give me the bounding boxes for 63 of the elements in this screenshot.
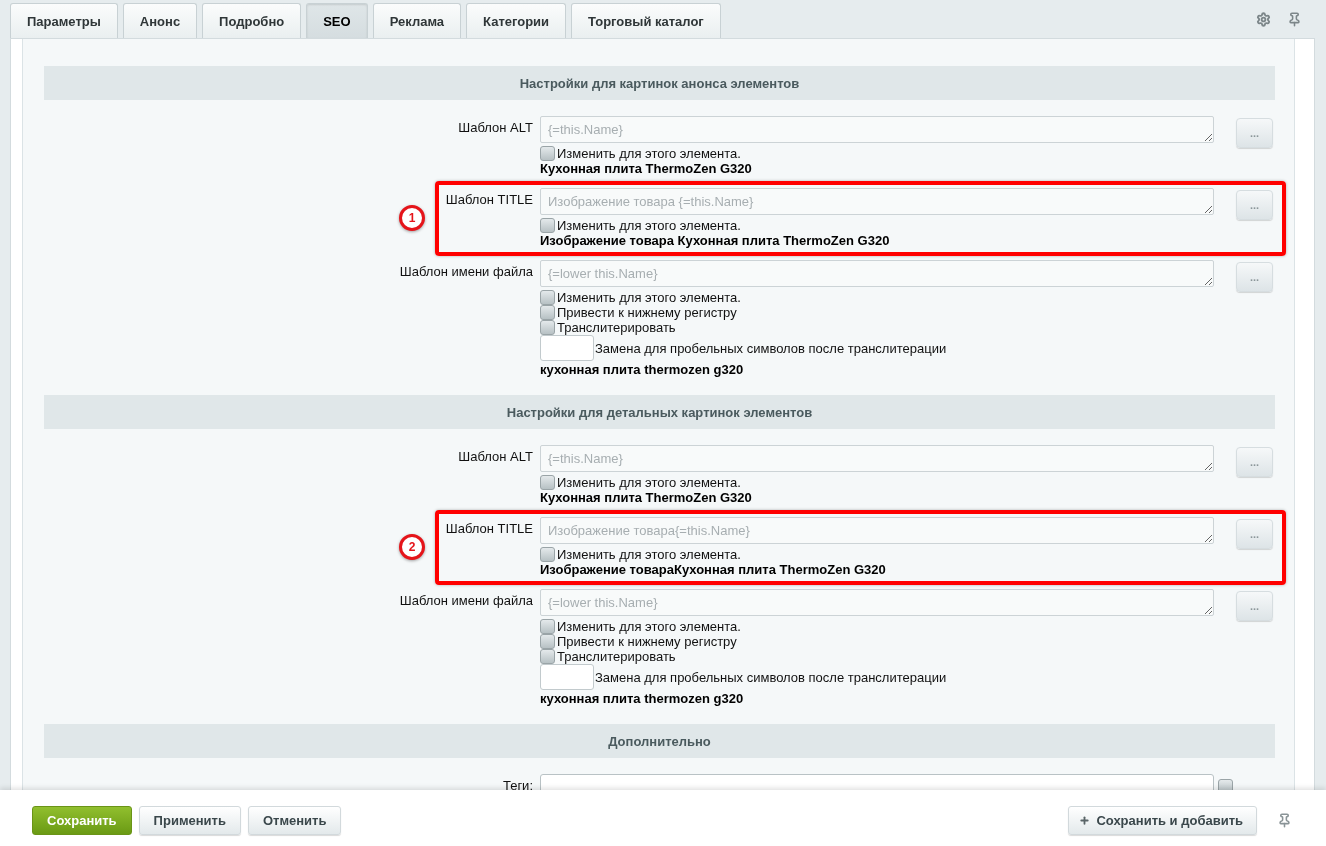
- checkbox[interactable]: [540, 320, 555, 335]
- field-label: Шаблон ALT: [458, 120, 533, 135]
- template-field[interactable]: {=this.Name}: [540, 445, 1214, 472]
- checkbox[interactable]: [540, 218, 555, 233]
- checkbox-label: Изменить для этого элемента.: [557, 218, 741, 233]
- tab[interactable]: Торговый каталог: [571, 3, 721, 38]
- checkbox-label: Изменить для этого элемента.: [557, 619, 741, 634]
- preview-text: Изображение товара Кухонная плита ThermoZen G320: [540, 233, 890, 248]
- checkbox-label: Изменить для этого элемента.: [557, 547, 741, 562]
- field-label: Шаблон TITLE: [445, 192, 533, 207]
- checkbox-label: Транслитерировать: [557, 320, 676, 335]
- checkbox-label: Изменить для этого элемента.: [557, 290, 741, 305]
- checkbox[interactable]: [540, 146, 555, 161]
- checkbox[interactable]: [540, 475, 555, 490]
- tab[interactable]: Анонс: [122, 3, 198, 38]
- preview-text: кухонная плита thermozen g320: [540, 362, 744, 377]
- field-label: Шаблон ALT: [458, 449, 533, 464]
- preview-text: Кухонная плита ThermoZen G320: [540, 161, 752, 176]
- input-field[interactable]: [540, 664, 594, 690]
- checkbox[interactable]: [540, 547, 555, 562]
- tab[interactable]: SEO: [306, 3, 368, 38]
- callout-marker: 2: [399, 534, 425, 560]
- checkbox[interactable]: [540, 290, 555, 305]
- tab[interactable]: Параметры: [10, 3, 118, 38]
- checkbox[interactable]: [540, 649, 555, 664]
- footer-button[interactable]: Применить: [138, 806, 241, 835]
- section-header: Дополнительно: [44, 724, 1275, 758]
- pin-icon[interactable]: [1287, 11, 1302, 27]
- template-field[interactable]: Изображение товара{=this.Name}: [540, 517, 1214, 544]
- tab[interactable]: Категории: [466, 3, 567, 38]
- tags-button[interactable]: [1218, 779, 1233, 790]
- callout-marker: 1: [399, 205, 425, 231]
- settings-icon[interactable]: [1256, 11, 1271, 27]
- preview-text: кухонная плита thermozen g320: [540, 691, 744, 706]
- checkbox-label: Изменить для этого элемента.: [557, 475, 741, 490]
- tab[interactable]: Реклама: [372, 3, 462, 38]
- preview-text: Кухонная плита ThermoZen G320: [540, 490, 752, 505]
- template-field[interactable]: {=lower this.Name}: [540, 589, 1214, 616]
- footer-button[interactable]: Отменить: [247, 806, 342, 835]
- save-and-add-button[interactable]: Сохранить и добавить: [1068, 806, 1257, 835]
- field-label: Шаблон TITLE: [445, 521, 533, 536]
- template-field[interactable]: {=lower this.Name}: [540, 260, 1214, 287]
- tab[interactable]: Подробно: [202, 3, 302, 38]
- replacement-label: Замена для пробельных символов после транслитерации: [595, 669, 947, 685]
- checkbox-label: Привести к нижнему регистру: [557, 634, 737, 649]
- field-label: Шаблон имени файла: [399, 593, 533, 608]
- template-field[interactable]: {=this.Name}: [540, 116, 1214, 143]
- checkbox[interactable]: [540, 305, 555, 320]
- checkbox-label: Изменить для этого элемента.: [557, 146, 741, 161]
- checkbox-label: Привести к нижнему регистру: [557, 305, 737, 320]
- checkbox-label: Транслитерировать: [557, 649, 676, 664]
- pin-icon[interactable]: [1277, 813, 1292, 828]
- section-header: Настройки для картинок анонса элементов: [44, 66, 1275, 100]
- section-header: Настройки для детальных картинок элементов: [44, 395, 1275, 429]
- preview-text: Изображение товараКухонная плита ThermoZen G320: [540, 562, 886, 577]
- template-field[interactable]: Изображение товара {=this.Name}: [540, 188, 1214, 215]
- replacement-label: Замена для пробельных символов после транслитерации: [595, 340, 947, 356]
- plus-icon: [1079, 815, 1091, 826]
- input-field[interactable]: [540, 335, 594, 361]
- checkbox[interactable]: [540, 634, 555, 649]
- field-label: Шаблон имени файла: [399, 264, 533, 279]
- checkbox[interactable]: [540, 619, 555, 634]
- field-label: Теги:: [502, 778, 533, 790]
